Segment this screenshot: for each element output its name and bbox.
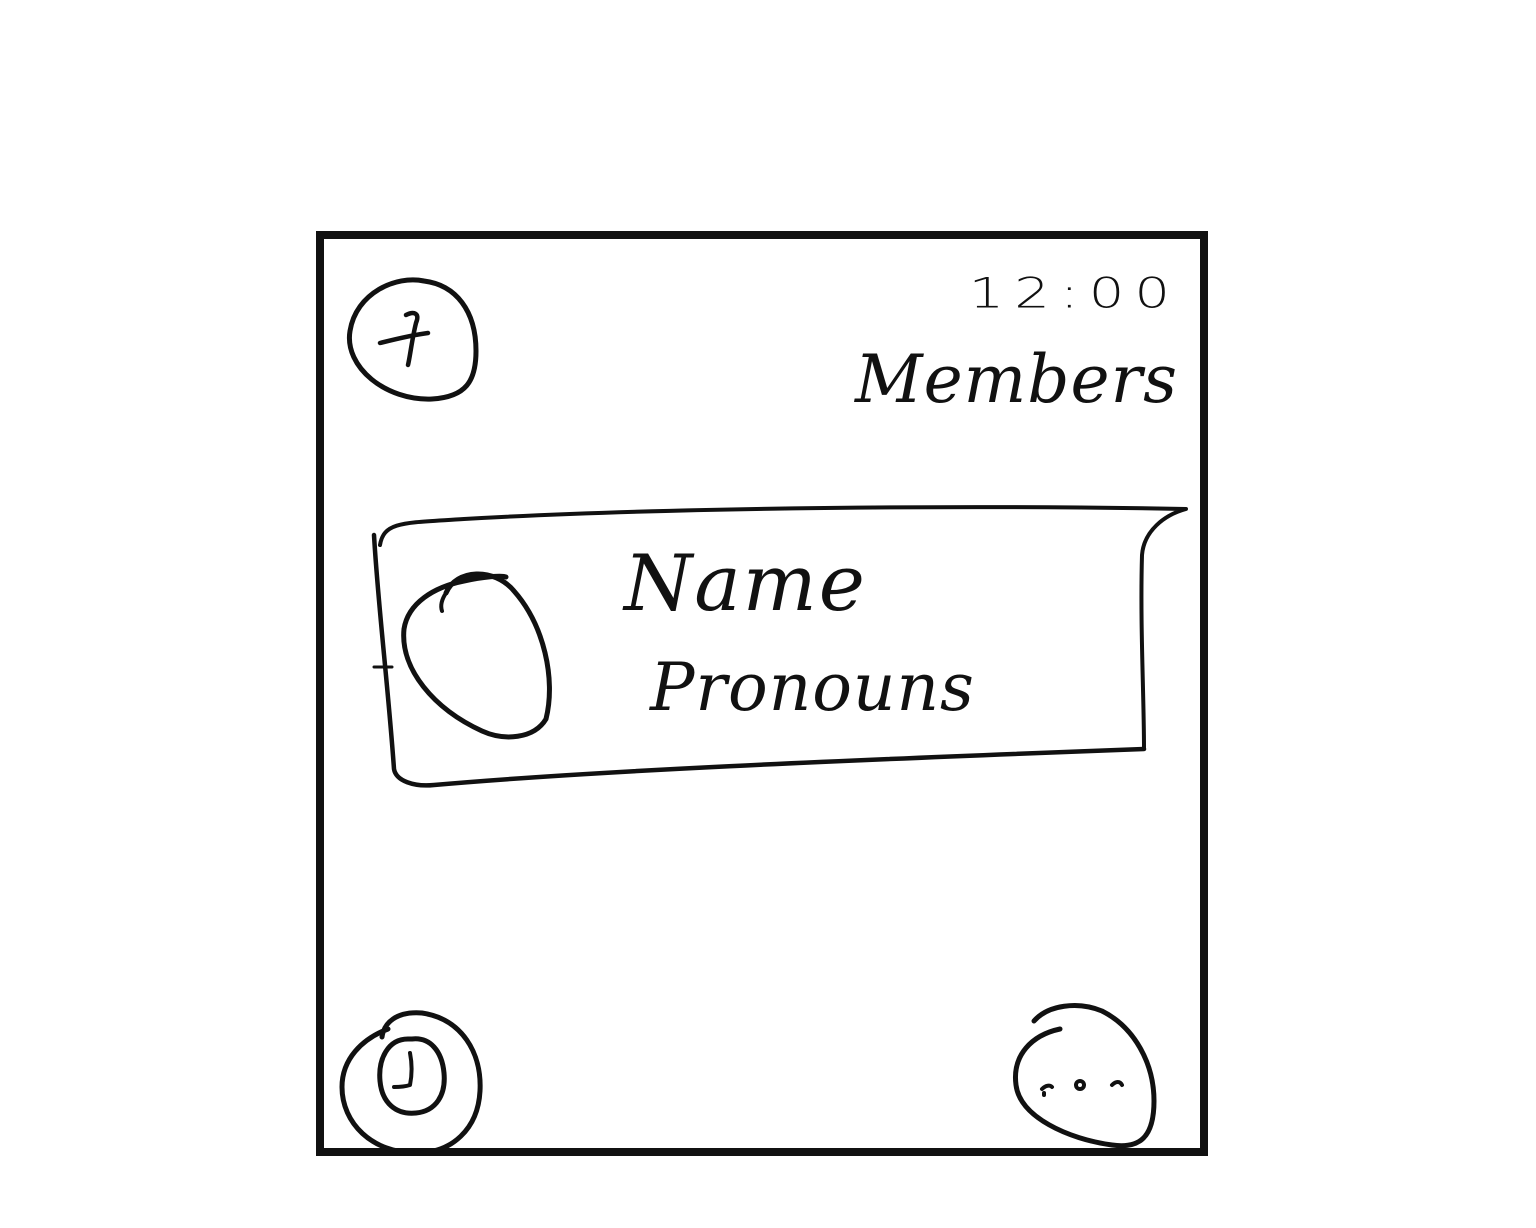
avatar-circle-icon — [401, 571, 552, 740]
add-member-button[interactable] — [336, 271, 496, 411]
more-options-button[interactable] — [1008, 999, 1168, 1159]
status-time: 12:00 — [968, 269, 1180, 318]
phone-screen: 12:00 Members Name Pronouns — [316, 231, 1208, 1156]
clock-button[interactable] — [332, 1003, 492, 1163]
page-title: Members — [855, 341, 1178, 418]
member-pronouns: Pronouns — [650, 649, 975, 726]
more-icon — [1040, 1079, 1124, 1097]
clock-icon — [377, 1036, 447, 1116]
member-avatar — [401, 571, 552, 740]
member-list-item[interactable]: Name Pronouns — [371, 505, 1194, 788]
plus-icon — [377, 310, 431, 368]
member-name: Name — [624, 539, 867, 629]
more-button-circle — [1013, 1003, 1157, 1149]
